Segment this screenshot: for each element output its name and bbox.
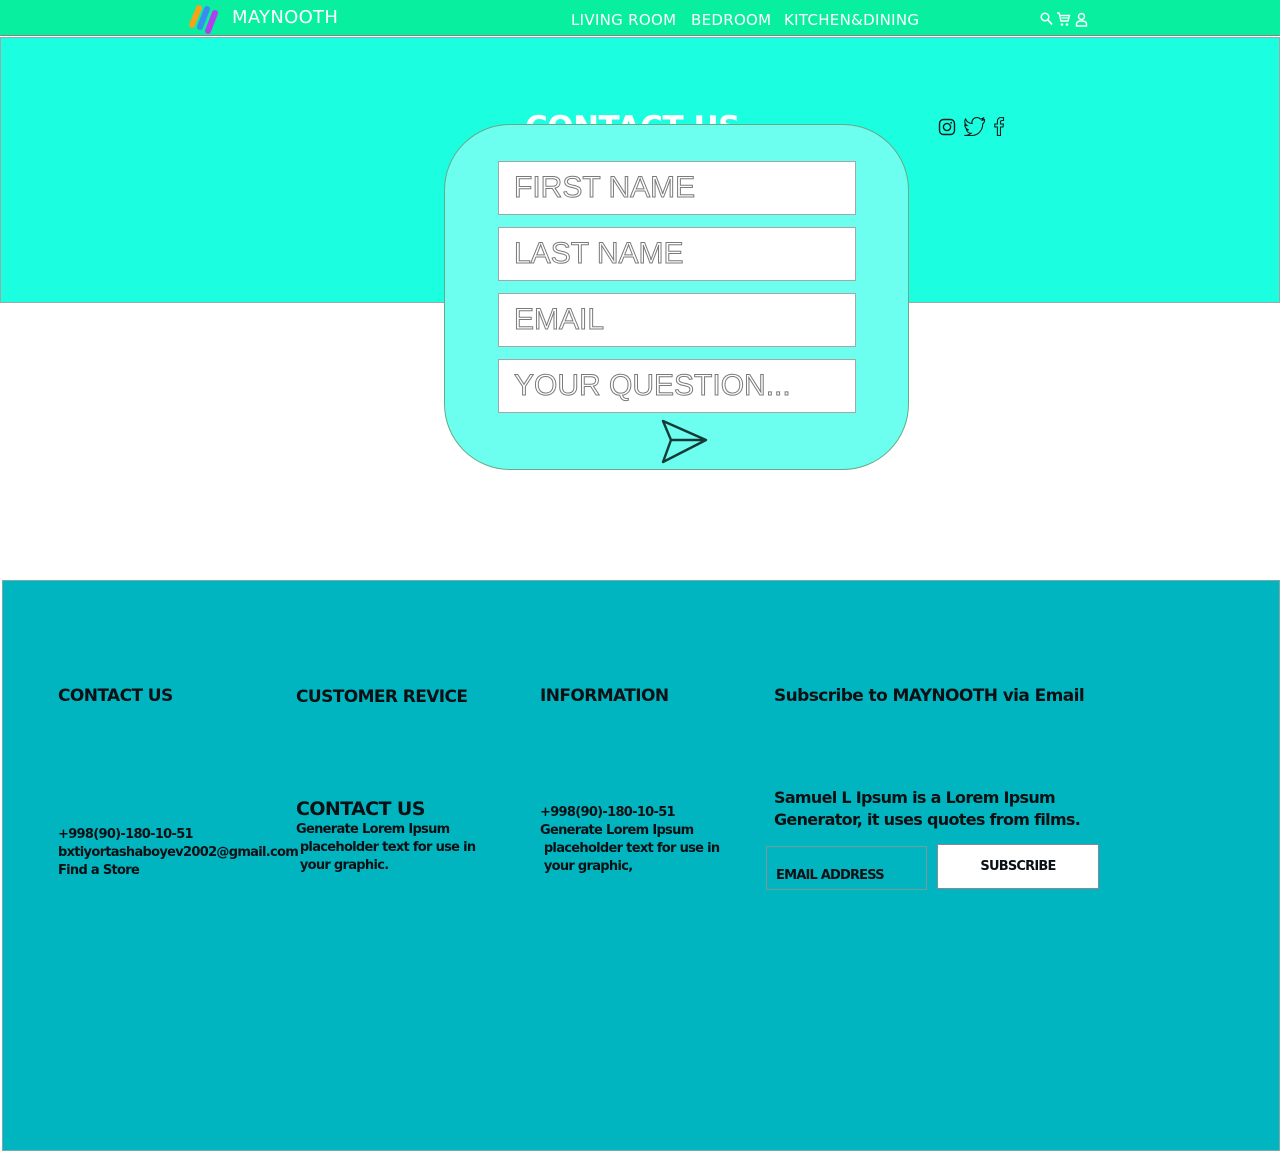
social-links: [937, 116, 1007, 138]
footer-phone[interactable]: +998(90)-180-10-51: [58, 826, 298, 844]
footer-text-line: Generator, it uses quotes from films.: [774, 810, 1081, 829]
brand-logo-icon[interactable]: [186, 3, 222, 35]
site-footer: CONTACT US +998(90)-180-10-51 bxtiyortas…: [2, 580, 1280, 1151]
nav-link-kitchen-dining[interactable]: KITCHEN&DINING: [784, 11, 919, 29]
subscribe-email-box: [766, 846, 927, 890]
user-icon[interactable]: [1075, 12, 1088, 27]
footer-customer-service-text: Generate Lorem Ipsum placeholder text fo…: [296, 821, 476, 875]
footer-subscribe-text: Samuel L Ipsum is a Lorem Ipsum Generato…: [774, 787, 1081, 831]
last-name-field-box: [498, 227, 856, 281]
search-icon[interactable]: [1040, 12, 1053, 26]
first-name-input[interactable]: [499, 162, 855, 214]
footer-text-line: Generate Lorem Ipsum: [296, 822, 450, 837]
footer-customer-service-heading: CUSTOMER REVICE: [296, 687, 468, 707]
last-name-input[interactable]: [499, 228, 855, 280]
footer-contact-details: +998(90)-180-10-51 bxtiyortashaboyev2002…: [58, 826, 299, 880]
footer-text-line: placeholder text for use in: [296, 840, 476, 855]
nav-link-bedroom[interactable]: BEDROOM: [691, 11, 771, 29]
find-store-link[interactable]: Find a Store: [58, 862, 298, 880]
instagram-icon[interactable]: [938, 118, 956, 136]
question-input[interactable]: [499, 360, 855, 412]
footer-subscribe-heading: Subscribe to MAYNOOTH via Email: [774, 686, 1085, 706]
subscribe-email-input[interactable]: [767, 847, 926, 889]
email-field-box: [498, 293, 856, 347]
cart-icon[interactable]: [1056, 12, 1071, 27]
footer-email-link[interactable]: bxtiyortashaboyev2002@gmail.com: [58, 844, 299, 862]
top-nav: MAYNOOTH LIVING ROOM BEDROOM KITCHEN&DIN…: [0, 0, 1280, 36]
brand-name[interactable]: MAYNOOTH: [232, 7, 338, 28]
footer-text-line: your graphic.: [296, 858, 389, 873]
footer-contact-heading: CONTACT US: [58, 686, 173, 706]
nav-link-living-room[interactable]: LIVING ROOM: [571, 11, 676, 29]
contact-form-card: [444, 124, 909, 470]
nav-icon-group: [1040, 12, 1090, 28]
email-input[interactable]: [499, 294, 855, 346]
footer-text-line: Samuel L Ipsum is a Lorem Ipsum: [774, 788, 1056, 807]
twitter-icon[interactable]: [964, 117, 986, 136]
send-icon[interactable]: [658, 418, 710, 468]
footer-info-phone[interactable]: +998(90)-180-10-51: [540, 804, 719, 822]
question-field-box: [498, 359, 856, 413]
footer-text-line: your graphic,: [540, 859, 633, 874]
footer-contact-us-subheading[interactable]: CONTACT US: [296, 798, 425, 820]
first-name-field-box: [498, 161, 856, 215]
footer-information-heading: INFORMATION: [540, 686, 669, 706]
footer-text-line: placeholder text for use in: [540, 841, 720, 856]
footer-information-text: +998(90)-180-10-51 Generate Lorem Ipsum …: [540, 804, 720, 876]
subscribe-button[interactable]: SUBSCRIBE: [937, 844, 1099, 889]
facebook-icon[interactable]: [993, 116, 1005, 136]
footer-text-line: Generate Lorem Ipsum: [540, 823, 694, 838]
